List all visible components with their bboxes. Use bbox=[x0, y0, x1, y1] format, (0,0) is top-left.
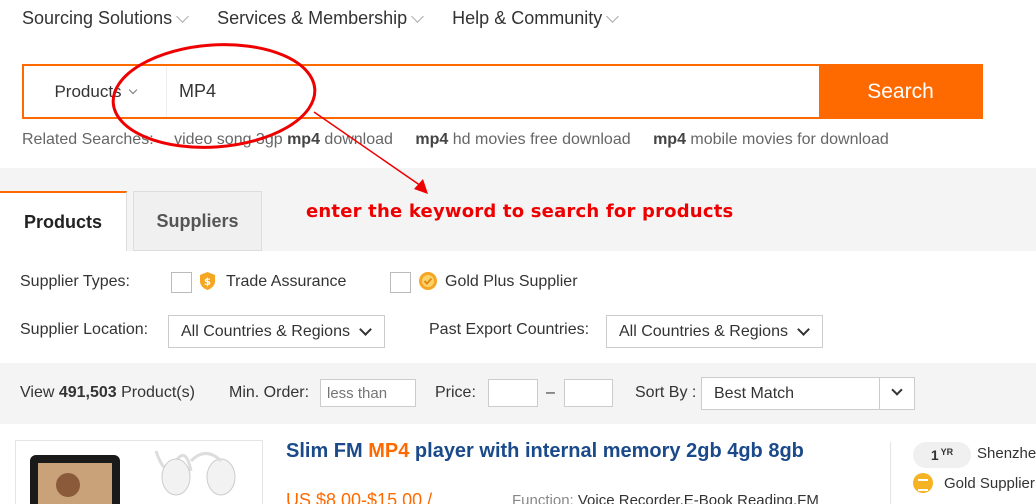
price-dash: – bbox=[546, 384, 555, 401]
nav-label: Help & Community bbox=[452, 8, 603, 28]
supplier-location-dropdown[interactable]: All Countries & Regions bbox=[168, 315, 385, 348]
search-input[interactable] bbox=[167, 66, 819, 117]
chevron-down-icon bbox=[797, 323, 810, 336]
related-text: hd movies free download bbox=[448, 131, 631, 148]
product-title-text: player with internal memory 2gb 4gb 8gb bbox=[409, 440, 804, 462]
results-toolbar: View 491,503 Product(s) Min. Order: Pric… bbox=[0, 368, 1036, 418]
product-card: Slim FM MP4 player with internal memory … bbox=[0, 424, 1036, 504]
tab-products[interactable]: Products bbox=[0, 191, 127, 251]
result-count-suffix: Product(s) bbox=[116, 384, 195, 401]
chevron-down-icon bbox=[891, 384, 903, 396]
nav-sourcing-solutions[interactable]: Sourcing Solutions bbox=[22, 8, 189, 29]
related-text: download bbox=[319, 131, 393, 148]
years-badge: 1 YR bbox=[913, 442, 971, 468]
spec-value: Voice Recorder,E-Book Reading,FM bbox=[577, 492, 819, 504]
filters-panel: Supplier Types: $ Trade Assurance Gold P… bbox=[0, 251, 1036, 363]
product-title-keyword: MP4 bbox=[368, 440, 410, 462]
chevron-down-icon bbox=[176, 9, 189, 23]
nav-help-community[interactable]: Help & Community bbox=[452, 8, 620, 29]
gold-supplier-label: Gold Supplier bbox=[944, 474, 1035, 492]
spec-key: Function: bbox=[512, 492, 578, 504]
product-thumbnail[interactable] bbox=[15, 440, 263, 504]
gold-plus-icon bbox=[419, 272, 437, 290]
gold-supplier-row: Gold Supplier bbox=[913, 473, 1035, 493]
trade-assurance-label: Trade Assurance bbox=[226, 273, 347, 290]
years-unit: YR bbox=[940, 447, 954, 457]
related-text: mobile movies for download bbox=[685, 131, 889, 148]
supplier-location-value: All Countries & Regions bbox=[181, 322, 350, 340]
related-keyword: mp4 bbox=[653, 131, 686, 148]
search-scope-dropdown[interactable]: Products bbox=[24, 66, 167, 117]
chevron-down-icon bbox=[128, 85, 137, 94]
related-search-link[interactable]: mp4 hd movies free download bbox=[415, 131, 630, 148]
sort-by-value: Best Match bbox=[714, 385, 795, 402]
annotation-text: enter the keyword to search for products bbox=[306, 201, 734, 222]
supplier-types-label: Supplier Types: bbox=[20, 273, 130, 290]
result-count-prefix: View bbox=[20, 384, 59, 401]
related-keyword: mp4 bbox=[415, 131, 449, 148]
search-scope-label: Products bbox=[54, 81, 122, 101]
product-title-link[interactable]: Slim FM MP4 player with internal memory … bbox=[286, 440, 804, 463]
related-keyword: mp4 bbox=[287, 131, 320, 148]
product-title-text: Slim FM bbox=[286, 440, 369, 462]
sort-divider bbox=[879, 378, 880, 409]
related-searches-label: Related Searches: bbox=[22, 131, 154, 148]
gold-supplier-icon bbox=[913, 473, 933, 493]
years-number: 1 bbox=[930, 447, 939, 463]
supplier-name-link[interactable]: Shenzhen bbox=[977, 445, 1036, 462]
price-max-input[interactable] bbox=[564, 379, 613, 407]
related-searches: Related Searches: video song 3gp mp4 dow… bbox=[22, 131, 907, 149]
chevron-down-icon bbox=[606, 9, 620, 23]
price-min-input[interactable] bbox=[488, 379, 538, 407]
nav-label: Services & Membership bbox=[217, 8, 408, 28]
result-count: View 491,503 Product(s) bbox=[20, 384, 195, 402]
gold-plus-checkbox[interactable] bbox=[390, 272, 411, 293]
product-spec: Function: Voice Recorder,E-Book Reading,… bbox=[512, 492, 819, 504]
min-order-input[interactable] bbox=[320, 379, 416, 407]
trade-assurance-icon: $ bbox=[200, 272, 215, 290]
search-bar: Products Search bbox=[22, 64, 983, 119]
chevron-down-icon bbox=[411, 9, 425, 23]
mp4-player-image bbox=[30, 450, 236, 504]
sort-by-label: Sort By : bbox=[635, 384, 697, 401]
past-export-dropdown[interactable]: All Countries & Regions bbox=[606, 315, 823, 348]
min-order-label: Min. Order: bbox=[229, 384, 310, 401]
nav-services-membership[interactable]: Services & Membership bbox=[217, 8, 425, 29]
past-export-value: All Countries & Regions bbox=[619, 322, 788, 340]
product-price: US $8.00-$15.00 / bbox=[286, 490, 433, 504]
related-text: video song 3gp bbox=[174, 131, 288, 148]
supplier-location-label: Supplier Location: bbox=[20, 321, 149, 338]
chevron-down-icon bbox=[359, 323, 372, 336]
trade-assurance-checkbox[interactable] bbox=[171, 272, 192, 293]
gold-plus-label: Gold Plus Supplier bbox=[445, 273, 578, 290]
supplier-divider bbox=[890, 442, 891, 504]
svg-text:$: $ bbox=[204, 277, 211, 288]
result-count-number: 491,503 bbox=[58, 384, 117, 401]
price-label: Price: bbox=[435, 384, 476, 401]
sort-by-dropdown[interactable]: Best Match bbox=[701, 377, 915, 410]
nav-label: Sourcing Solutions bbox=[22, 8, 173, 28]
tab-suppliers[interactable]: Suppliers bbox=[133, 191, 262, 251]
top-nav: Sourcing Solutions Services & Membership… bbox=[22, 8, 647, 29]
search-button[interactable]: Search bbox=[819, 66, 982, 117]
related-search-link[interactable]: video song 3gp mp4 download bbox=[174, 131, 393, 148]
related-search-link[interactable]: mp4 mobile movies for download bbox=[653, 131, 889, 148]
past-export-label: Past Export Countries: bbox=[429, 321, 590, 338]
